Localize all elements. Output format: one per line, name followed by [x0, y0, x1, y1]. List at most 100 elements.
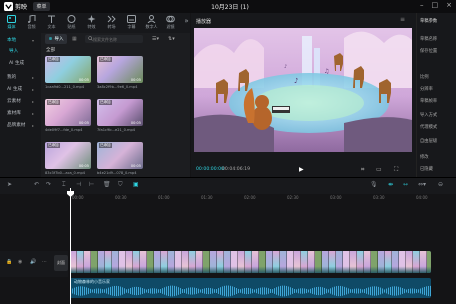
media-thumb[interactable]: 已添加 00:05 [97, 99, 143, 126]
tab-sticker[interactable]: 贴纸 [63, 15, 80, 30]
nav-brand[interactable]: 品牌素材 ▸ [3, 121, 37, 130]
ai-edit-icon[interactable]: ▣ [133, 181, 139, 188]
waveform-bar [294, 288, 295, 294]
aspect-ratio-icon[interactable]: ▭ [376, 166, 382, 173]
preview-axis-icon[interactable]: ⇔▾ [418, 181, 426, 188]
waveform-bar [330, 288, 331, 294]
waveform-bar [402, 288, 403, 294]
lock-icon[interactable]: 🔒 [6, 259, 12, 265]
split-icon[interactable]: ⌶ [62, 181, 66, 189]
marker-icon[interactable]: ⛉ [118, 181, 123, 189]
split-left-icon[interactable]: ⊣ [76, 181, 81, 188]
undo-icon[interactable]: ↶ [34, 181, 39, 188]
cover-button[interactable]: 封面 [54, 255, 68, 271]
nav-import[interactable]: 导入 [3, 47, 37, 56]
clip-frame [308, 251, 315, 273]
waveform-bar [394, 286, 395, 296]
media-thumb[interactable]: 已添加 00:05 [97, 56, 143, 83]
tab-media[interactable]: 媒体 [3, 15, 20, 30]
sort-icon[interactable]: ⇅▾ [168, 36, 175, 42]
nav-ai-generate[interactable]: AI 生成 ▸ [3, 85, 37, 94]
waveform-bar [168, 285, 169, 297]
snap-icon[interactable]: ⇿ [403, 181, 408, 188]
clip-frame [126, 251, 133, 273]
filter-menu-icon[interactable]: ☰▾ [152, 36, 159, 42]
waveform-bar [308, 289, 309, 293]
media-thumb[interactable]: 已添加 00:05 [97, 142, 143, 169]
waveform-bar [152, 288, 153, 294]
search-input[interactable] [85, 35, 143, 43]
waveform-bar [76, 286, 77, 296]
thumb-duration: 00:05 [130, 164, 141, 168]
minimize-icon[interactable]: – [420, 1, 424, 12]
waveform-bar [400, 287, 401, 295]
tab-text[interactable]: 文本 [43, 15, 60, 30]
chevron-right-icon: ▸ [31, 111, 34, 116]
media-thumb[interactable]: 已添加 00:05 [45, 99, 91, 126]
waveform-bar [306, 288, 307, 294]
grid-view-icon[interactable]: ▦ [72, 36, 77, 42]
waveform-bar [428, 285, 429, 297]
plus-icon: ⊕ [48, 36, 53, 42]
tab-label: 转场 [107, 24, 116, 29]
thumb-filename: 83c3f7b0...aca_0.mp4 [45, 171, 86, 175]
clip-frame [329, 251, 336, 273]
waveform-bar [396, 286, 397, 296]
clip-frame [238, 251, 245, 273]
playhead[interactable] [70, 188, 71, 304]
video-preview[interactable]: ♪ ♫ ♪ [194, 28, 412, 152]
fullscreen-icon[interactable]: ⛶ [394, 166, 398, 174]
waveform-bar [292, 288, 293, 294]
select-cursor-icon[interactable]: ➤ [7, 181, 12, 188]
ruler-label: 01:30 [201, 195, 213, 200]
modify-button[interactable]: 修改 [420, 154, 429, 160]
play-icon[interactable]: ▶ [299, 166, 304, 173]
tab-transition[interactable]: 转场 [103, 15, 120, 30]
ruler-label: 03:00 [330, 195, 342, 200]
media-thumb[interactable]: 已添加 00:05 [45, 142, 91, 169]
maximize-icon[interactable]: □ [432, 1, 439, 12]
import-button[interactable]: ⊕ 导入 [45, 34, 67, 44]
svg-text:♫: ♫ [324, 68, 329, 75]
tab-digital-human[interactable]: 数字人 [143, 15, 160, 30]
redo-icon[interactable]: ↷ [46, 181, 51, 188]
svg-text:♪: ♪ [294, 77, 298, 85]
close-icon[interactable]: × [446, 1, 452, 12]
prop-import-mode: 导入方式 [420, 113, 438, 118]
nav-mine[interactable]: 我的 ▸ [3, 73, 37, 82]
delete-icon[interactable]: 🗑 [103, 181, 111, 188]
nav-local[interactable]: 本地 ▾ [3, 36, 37, 45]
zoom-out-icon[interactable]: ⊖ [438, 181, 443, 188]
fit-screen-icon[interactable]: ⌗ [361, 166, 364, 174]
audio-clip-track[interactable] [70, 278, 431, 298]
video-clip-track[interactable] [70, 251, 431, 273]
tab-effects[interactable]: 特效 [83, 15, 100, 30]
waveform-bar [220, 287, 221, 295]
chevron-right-icon: ▸ [31, 87, 34, 92]
microphone-icon[interactable]: 🎙 [370, 181, 378, 188]
link-icon[interactable]: ⇹ [388, 181, 393, 188]
tab-subtitle[interactable]: 字幕 [123, 15, 140, 30]
nav-library[interactable]: 素材库 ▸ [3, 109, 37, 118]
waveform-bar [388, 287, 389, 295]
waveform-bar [296, 289, 297, 293]
split-right-icon[interactable]: ⊢ [89, 181, 94, 188]
player-menu-icon[interactable]: ≡ [400, 16, 405, 23]
visibility-icon[interactable]: ◉ [18, 259, 22, 265]
hidden-toggle[interactable]: 已隐藏 [420, 166, 433, 172]
clip-frame [168, 251, 175, 273]
time-ruler[interactable]: 00:00 00:30 01:00 01:30 02:00 02:30 03:0… [70, 194, 456, 201]
playhead-handle-icon[interactable] [67, 191, 74, 197]
audio-icon [28, 15, 36, 23]
media-thumb[interactable]: 已添加 00:05 [45, 56, 91, 83]
clip-frame [161, 251, 168, 273]
menu-button[interactable]: 菜单 [33, 2, 50, 11]
mute-icon[interactable]: 🔊 [30, 259, 36, 265]
waveform-bar [390, 286, 391, 296]
clip-frame [392, 251, 399, 273]
nav-cloud[interactable]: 云素材 ▸ [3, 97, 37, 106]
tab-audio[interactable]: 音频 [23, 15, 40, 30]
nav-ai-generated-sub[interactable]: AI 生成 [3, 59, 37, 68]
more-icon[interactable]: ⋯ [42, 259, 47, 265]
tab-filter[interactable]: 滤镜 [162, 15, 179, 30]
